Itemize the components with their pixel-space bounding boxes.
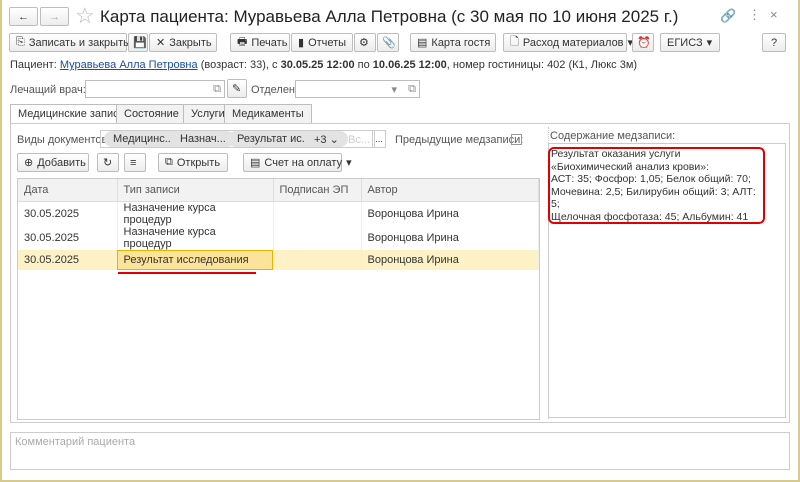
attach-button[interactable]: 📎	[377, 33, 399, 52]
link-icon[interactable]: 🔗	[720, 8, 736, 24]
paperclip-icon: 📎	[382, 37, 396, 49]
col-author[interactable]: Автор	[361, 179, 539, 202]
patient-link[interactable]: Муравьева Алла Петровна	[60, 59, 198, 71]
doc-types-label: Виды документов:	[17, 134, 111, 146]
invoice-button[interactable]: ▤ Счет на оплату ▾	[243, 153, 352, 172]
x-icon: ✕	[156, 37, 166, 49]
open-icon[interactable]: ⧉	[408, 83, 416, 96]
tab-medical-records[interactable]: Медицинские записи	[10, 104, 133, 124]
doc-types-placeholder: Вс...	[348, 134, 371, 146]
red-underline	[117, 271, 256, 274]
close-icon[interactable]: ×	[770, 7, 778, 22]
col-type[interactable]: Тип записи	[117, 179, 274, 202]
alarm-button[interactable]: ⏰	[632, 33, 654, 52]
arrow-left-icon: ←	[18, 10, 29, 23]
print-button[interactable]: 🖶 Печать	[230, 33, 290, 52]
open-icon[interactable]: ⧉	[213, 83, 221, 96]
reports-button[interactable]: ▮ Отчеты	[291, 33, 353, 52]
card-icon: ▤	[417, 37, 428, 49]
floppy-icon: 💾	[133, 37, 147, 49]
content-label: Содержание медзаписи:	[550, 130, 676, 142]
tab-state[interactable]: Состояние	[116, 104, 187, 123]
back-button[interactable]: ←	[9, 7, 38, 26]
save-close-button[interactable]: ⎘ Записать и закрыть	[9, 33, 129, 52]
sort-icon: ≡	[130, 156, 137, 169]
prev-records-label: Предыдущие медзаписи:	[395, 134, 524, 146]
gears-icon: ⚙	[359, 37, 369, 49]
close-button[interactable]: ✕ Закрыть	[149, 33, 217, 52]
content-text: Результат оказания услуги «Биохимический…	[551, 148, 756, 223]
doctor-label: Лечащий врач:	[10, 84, 86, 96]
alarm-clock-icon: ⏰	[637, 37, 651, 49]
materials-button[interactable]: 🗋 Расход материалов ▾	[503, 33, 633, 52]
egisz-button[interactable]: ЕГИСЗ ▾	[660, 33, 720, 52]
tab-medications[interactable]: Медикаменты	[224, 104, 312, 123]
prev-records-checkbox[interactable]	[511, 134, 522, 145]
records-table[interactable]: Дата Тип записи Подписан ЭП Автор 30.05.…	[17, 178, 540, 420]
help-button[interactable]: ?	[762, 33, 786, 52]
chevron-down-icon: ▾	[706, 37, 713, 49]
edit-button[interactable]: ✎	[227, 79, 247, 98]
choose-button[interactable]: ...	[372, 130, 386, 148]
chevron-down-icon: ▾	[346, 157, 352, 169]
settings-button[interactable]: ⚙	[354, 33, 376, 52]
refresh-icon: ↻	[103, 157, 113, 169]
pencil-icon: ✎	[232, 83, 242, 95]
open-button[interactable]: ⧉ Открыть	[158, 153, 228, 172]
patient-line: Пациент: Муравьева Алла Петровна (возрас…	[10, 59, 638, 71]
sort-button[interactable]: ≡	[124, 153, 146, 172]
table-row-selected[interactable]: 30.05.2025 Результат исследования Воронцов…	[18, 249, 539, 274]
table-row[interactable]: 30.05.2025 Назначение курса процедур Ворон…	[18, 201, 539, 226]
refresh-button[interactable]: ↻	[97, 153, 119, 172]
star-icon[interactable]: ☆	[75, 3, 95, 29]
table-header: Дата Тип записи Подписан ЭП Автор	[18, 179, 539, 202]
doctor-field[interactable]: ⧉	[85, 80, 225, 98]
save-close-icon: ⎘	[16, 36, 25, 48]
add-button[interactable]: ⊕ Добавить	[17, 153, 89, 172]
guest-card-button[interactable]: ▤ Карта гостя	[410, 33, 496, 52]
bar-chart-icon: ▮	[298, 37, 305, 49]
document-icon: 🗋	[510, 36, 519, 48]
chip-assignment[interactable]: Назнач...	[171, 131, 235, 147]
dropdown-icon[interactable]: ▾	[391, 83, 397, 96]
more-icon[interactable]: ⋮	[748, 7, 761, 23]
plus-circle-icon: ⊕	[24, 157, 34, 169]
chip-more[interactable]: +3 ⌄	[305, 131, 348, 147]
col-signed[interactable]: Подписан ЭП	[273, 179, 362, 202]
chevron-down-icon: ⌄	[329, 134, 339, 146]
window-title: Карта пациента: Муравьева Алла Петровна …	[100, 7, 679, 26]
forward-button[interactable]: →	[40, 7, 69, 26]
table-row[interactable]: 30.05.2025 Назначение курса процедур Ворон…	[18, 225, 539, 250]
save-button[interactable]: 💾	[128, 33, 148, 52]
department-field[interactable]: ▾ ⧉	[295, 80, 420, 98]
invoice-icon: ▤	[250, 157, 261, 169]
col-date[interactable]: Дата	[18, 179, 118, 202]
printer-icon: 🖶	[237, 36, 248, 48]
comment-field[interactable]: Комментарий пациента	[10, 432, 790, 470]
arrow-right-icon: →	[49, 10, 60, 23]
open-icon: ⧉	[165, 156, 173, 168]
